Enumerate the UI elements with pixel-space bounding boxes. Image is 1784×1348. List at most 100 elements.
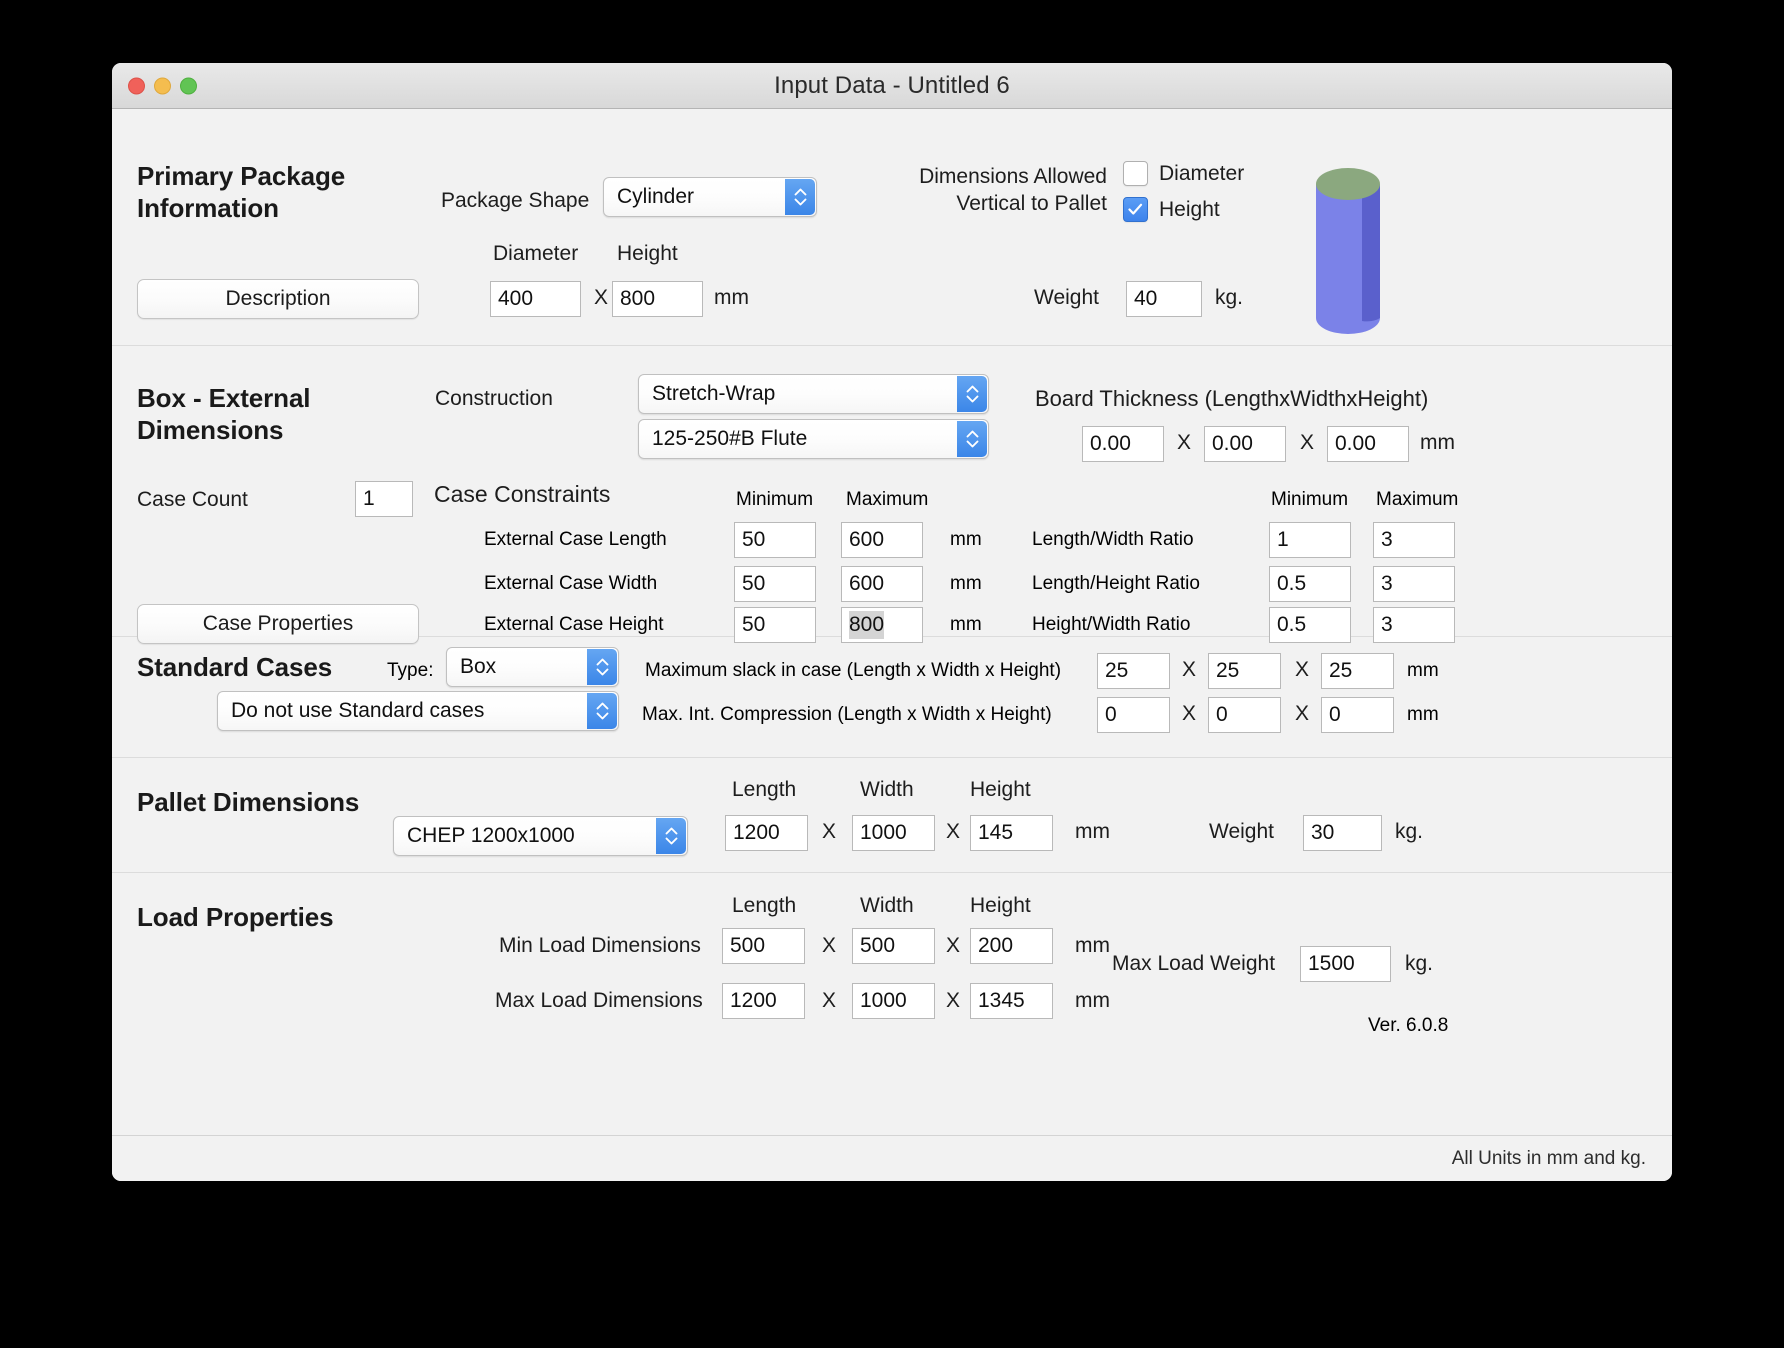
package-shape-value: Cylinder (617, 185, 695, 208)
box-section-heading-line2: Dimensions (137, 414, 284, 445)
constraint-max-input-0[interactable]: 600 (841, 522, 923, 558)
ratio-min-header: Minimum (1271, 489, 1349, 510)
zoom-window-button[interactable] (180, 77, 197, 94)
max-load-height-input[interactable]: 1345 (970, 983, 1053, 1019)
pallet-length-input[interactable]: 1200 (725, 815, 808, 851)
pallet-value: CHEP 1200x1000 (407, 824, 575, 847)
min-load-height-input[interactable]: 200 (970, 928, 1053, 964)
max-load-weight-input[interactable]: 1500 (1300, 946, 1391, 982)
pallet-sep-2: X (946, 820, 961, 843)
window-titlebar: Input Data - Untitled 6 (112, 63, 1672, 109)
max-slack-height-input[interactable]: 25 (1321, 653, 1394, 689)
package-weight-input[interactable]: 40 (1126, 281, 1202, 317)
max-compression-length-input[interactable]: 0 (1097, 697, 1170, 733)
constraints-max-header: Maximum (846, 489, 929, 510)
pallet-select[interactable]: CHEP 1200x1000 (393, 816, 688, 856)
ratio-min-input-0[interactable]: 1 (1269, 522, 1351, 558)
constraint-min-input-1[interactable]: 50 (734, 566, 816, 602)
min-load-length-input[interactable]: 500 (722, 928, 805, 964)
construction-select[interactable]: Stretch-Wrap (638, 374, 989, 414)
min-load-height-value: 200 (978, 934, 1014, 957)
max-load-length-input[interactable]: 1200 (722, 983, 805, 1019)
min-load-sep-1: X (822, 934, 837, 957)
max-slack-width-input[interactable]: 25 (1208, 653, 1281, 689)
diameter-column-label: Diameter (493, 242, 579, 265)
description-button[interactable]: Description (137, 279, 419, 319)
pallet-height-header: Height (970, 778, 1031, 801)
constraint-min-input-0[interactable]: 50 (734, 522, 816, 558)
max-load-weight-unit: kg. (1405, 952, 1434, 975)
dimensions-allowed-line2: Vertical to Pallet (956, 191, 1107, 215)
flute-select[interactable]: 125-250#B Flute (638, 419, 989, 459)
board-thickness-length-input[interactable]: 0.00 (1082, 426, 1164, 462)
max-slack-sep-2: X (1295, 658, 1310, 681)
standard-cases-usage-value: Do not use Standard cases (231, 699, 485, 722)
pallet-width-input[interactable]: 1000 (852, 815, 935, 851)
primary-package-heading: Primary Package Information (137, 161, 407, 224)
board-thickness-height-value: 0.00 (1335, 432, 1376, 455)
dimension-separator: X (594, 286, 609, 309)
package-shape-select[interactable]: Cylinder (603, 177, 817, 217)
close-window-button[interactable] (128, 77, 145, 94)
max-load-height-value: 1345 (978, 989, 1025, 1012)
constraint-unit-2: mm (950, 614, 982, 635)
package-height-input[interactable]: 800 (612, 281, 703, 317)
construction-label: Construction (435, 387, 553, 410)
min-load-width-input[interactable]: 500 (852, 928, 935, 964)
standard-cases-usage-select[interactable]: Do not use Standard cases (217, 691, 619, 731)
max-load-width-input[interactable]: 1000 (852, 983, 935, 1019)
ratio-max-input-1[interactable]: 3 (1373, 566, 1455, 602)
pallet-weight-unit: kg. (1395, 820, 1424, 843)
max-slack-length-value: 25 (1105, 659, 1129, 682)
box-external-dimensions-section: Box - External Dimensions Construction S… (112, 346, 1672, 644)
max-slack-length-input[interactable]: 25 (1097, 653, 1170, 689)
case-count-input[interactable]: 1 (355, 481, 413, 517)
max-compression-height-input[interactable]: 0 (1321, 697, 1394, 733)
dimensions-allowed-label: Dimensions Allowed Vertical to Pallet (902, 164, 1107, 218)
min-load-label: Min Load Dimensions (499, 934, 701, 957)
pallet-dimensions-section: Pallet Dimensions CHEP 1200x1000 Length … (112, 758, 1672, 873)
diameter-checkbox-row[interactable]: Diameter (1123, 161, 1244, 186)
height-checkbox[interactable] (1123, 197, 1148, 222)
max-compression-width-input[interactable]: 0 (1208, 697, 1281, 733)
constraint-unit-0: mm (950, 529, 982, 550)
board-thickness-sep-1: X (1177, 431, 1192, 454)
board-thickness-label: Board Thickness (LengthxWidthxHeight) (1035, 386, 1429, 411)
ratio-max-input-0[interactable]: 3 (1373, 522, 1455, 558)
standard-case-type-select[interactable]: Box (446, 647, 619, 687)
ratio-min-value-0: 1 (1277, 528, 1289, 551)
board-thickness-sep-2: X (1300, 431, 1315, 454)
diameter-checkbox[interactable] (1123, 161, 1148, 186)
min-load-length-value: 500 (730, 934, 766, 957)
case-constraints-label: Case Constraints (434, 481, 611, 507)
ratio-label-2: Height/Width Ratio (1032, 614, 1191, 635)
dimensions-allowed-line1: Dimensions Allowed (919, 165, 1107, 188)
max-compression-height-value: 0 (1329, 703, 1341, 726)
min-load-sep-2: X (946, 934, 961, 957)
ratio-min-input-1[interactable]: 0.5 (1269, 566, 1351, 602)
standard-case-type-label: Type: (387, 660, 434, 681)
chevron-updown-icon (656, 818, 686, 854)
height-column-label: Height (617, 242, 678, 265)
pallet-weight-input[interactable]: 30 (1303, 815, 1382, 851)
constraint-max-value-1: 600 (849, 572, 885, 595)
pallet-height-input[interactable]: 145 (970, 815, 1053, 851)
board-thickness-height-input[interactable]: 0.00 (1327, 426, 1409, 462)
traffic-light-group (128, 77, 197, 94)
diameter-input[interactable]: 400 (490, 281, 581, 317)
board-thickness-width-input[interactable]: 0.00 (1204, 426, 1286, 462)
load-properties-heading: Load Properties (137, 902, 334, 932)
height-checkbox-row[interactable]: Height (1123, 197, 1220, 222)
pallet-dimension-unit: mm (1075, 820, 1110, 843)
primary-package-heading-line1: Primary Package (137, 161, 346, 191)
minimize-window-button[interactable] (154, 77, 171, 94)
constraint-max-input-1[interactable]: 600 (841, 566, 923, 602)
primary-package-section: Primary Package Information Description … (112, 109, 1672, 346)
constraint-min-value-2: 50 (742, 613, 766, 636)
max-slack-unit: mm (1407, 660, 1439, 681)
max-compression-width-value: 0 (1216, 703, 1228, 726)
min-load-unit: mm (1075, 934, 1110, 957)
pallet-width-header: Width (860, 778, 914, 801)
max-compression-length-value: 0 (1105, 703, 1117, 726)
min-load-width-value: 500 (860, 934, 896, 957)
